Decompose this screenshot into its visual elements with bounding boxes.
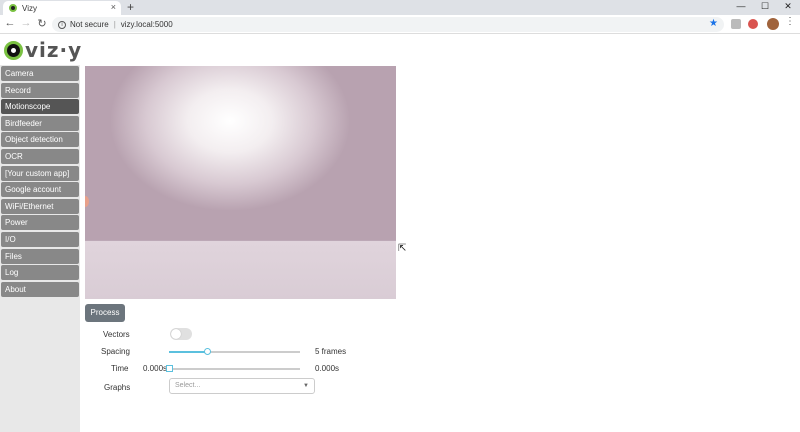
reload-icon[interactable]: ↻ bbox=[35, 17, 49, 30]
info-icon[interactable]: i bbox=[58, 20, 66, 29]
sidebar-item-birdfeeder[interactable]: Birdfeeder bbox=[1, 115, 79, 131]
chevron-down-icon[interactable]: ▼ bbox=[303, 379, 309, 393]
sidebar: Camera Record Motionscope Birdfeeder Obj… bbox=[0, 65, 80, 432]
time-label: Time bbox=[111, 364, 129, 373]
tab-close-icon[interactable]: × bbox=[111, 2, 116, 12]
window-close-button[interactable]: ✕ bbox=[777, 0, 799, 15]
vizy-favicon-icon bbox=[9, 4, 17, 12]
process-button[interactable]: Process bbox=[85, 304, 125, 322]
tab-title: Vizy bbox=[22, 3, 37, 13]
browser-toolbar: ← → ↻ i Not secure | vizy.local:5000 ★ bbox=[0, 15, 800, 34]
sidebar-item-power[interactable]: Power bbox=[1, 215, 79, 231]
vizy-eye-logo-icon bbox=[4, 40, 23, 60]
vizy-app: viz·y Camera Record Motionscope Birdfeed… bbox=[0, 34, 800, 432]
graphs-label: Graphs bbox=[104, 383, 131, 392]
extension-shield-icon[interactable] bbox=[748, 19, 758, 29]
sidebar-item-wifi-ethernet[interactable]: WiFi/Ethernet bbox=[1, 198, 79, 214]
address-bar[interactable]: i Not secure | vizy.local:5000 ★ bbox=[52, 17, 724, 32]
sidebar-item-object-detection[interactable]: Object detection bbox=[1, 132, 79, 148]
browser-menu-icon[interactable]: ⋮ bbox=[785, 16, 795, 27]
bookmark-star-icon[interactable]: ★ bbox=[709, 18, 718, 29]
video-object-blob bbox=[85, 196, 89, 207]
extension-icon[interactable] bbox=[731, 19, 741, 29]
spacing-slider-fill bbox=[169, 351, 209, 353]
profile-avatar[interactable] bbox=[767, 18, 779, 30]
time-end-value: 0.000s bbox=[315, 364, 340, 373]
sidebar-item-google-account[interactable]: Google account bbox=[1, 182, 79, 198]
camera-video-feed[interactable] bbox=[85, 66, 396, 299]
video-floor-region bbox=[85, 240, 396, 299]
logo-text: viz·y bbox=[25, 38, 83, 62]
spacing-slider-handle[interactable] bbox=[204, 348, 212, 355]
sidebar-item-custom-app[interactable]: [Your custom app] bbox=[1, 165, 79, 181]
back-arrow-icon[interactable]: ← bbox=[3, 17, 17, 29]
url-text[interactable]: vizy.local:5000 bbox=[121, 20, 173, 29]
vizy-logo: viz·y bbox=[4, 38, 82, 62]
graphs-select-placeholder: Select... bbox=[175, 382, 201, 389]
spacing-label: Spacing bbox=[101, 347, 130, 356]
sidebar-item-files[interactable]: Files bbox=[1, 248, 79, 264]
time-slider-handle[interactable] bbox=[166, 365, 173, 372]
time-start-value: 0.000s bbox=[143, 364, 168, 373]
new-tab-button[interactable]: + bbox=[127, 0, 134, 14]
graphs-select[interactable]: Select... ▼ bbox=[169, 378, 315, 394]
vectors-toggle[interactable] bbox=[170, 328, 192, 340]
browser-tab[interactable]: Vizy × bbox=[3, 1, 121, 15]
sidebar-item-record[interactable]: Record bbox=[1, 82, 79, 98]
minimize-button[interactable]: — bbox=[730, 0, 752, 15]
sidebar-item-log[interactable]: Log bbox=[1, 265, 79, 281]
spacing-value: 5 frames bbox=[315, 347, 347, 356]
address-separator: | bbox=[113, 20, 116, 29]
browser-tab-bar: Vizy × + — ☐ ✕ bbox=[0, 0, 800, 15]
forward-arrow-icon[interactable]: → bbox=[19, 17, 33, 29]
sidebar-item-io[interactable]: I/O bbox=[1, 231, 79, 247]
sidebar-item-ocr[interactable]: OCR bbox=[1, 148, 79, 164]
maximize-button[interactable]: ☐ bbox=[754, 0, 776, 15]
vectors-label: Vectors bbox=[103, 330, 130, 339]
sidebar-item-about[interactable]: About bbox=[1, 281, 79, 297]
security-label: Not secure bbox=[70, 20, 109, 29]
mouse-cursor-icon: ⇱ bbox=[398, 243, 407, 254]
time-slider-track[interactable] bbox=[169, 368, 300, 370]
sidebar-item-motionscope[interactable]: Motionscope bbox=[1, 99, 79, 115]
sidebar-item-camera[interactable]: Camera bbox=[1, 66, 79, 81]
